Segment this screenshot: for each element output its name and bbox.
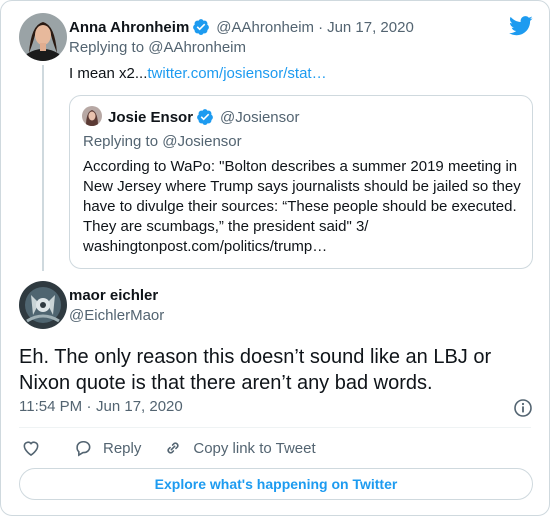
parent-tweet-body: I mean x2... [69,65,148,82]
quoted-tweet-body: According to WaPo: "Bolton describes a s… [83,158,521,235]
speech-bubble-icon [73,438,93,458]
anna-ahronheim-avatar[interactable] [19,13,67,61]
divider [19,427,531,428]
maor-eichler-avatar[interactable] [19,281,67,329]
main-tweet-time[interactable]: 11:54 PM [19,398,82,415]
quoted-tweet-text: According to WaPo: "Bolton describes a s… [83,157,523,257]
replying-prefix: Replying to [83,133,159,150]
parent-author-handle[interactable]: @AAhronheim [216,19,314,36]
quoted-tweet-link: washingtonpost.com/politics/trump… [83,238,328,255]
meta-separator: · [86,398,92,415]
replying-to-handle[interactable]: @AAhronheim [148,39,246,56]
heart-icon [21,438,41,458]
quoted-replying-to: Replying to @Josiensor [83,133,242,150]
quoted-tweet-header: Josie Ensor @Josiensor [108,106,299,128]
verified-badge-icon [192,18,210,36]
explore-label: Explore what's happening on Twitter [154,476,398,492]
main-author-handle[interactable]: @EichlerMaor [69,307,164,324]
reply-button[interactable]: Reply [73,438,141,458]
main-tweet-meta: 11:54 PM · Jun 17, 2020 [19,398,533,418]
embedded-tweet-card: Anna Ahronheim @AAhronheim · Jun 17, 202… [0,0,550,516]
quoted-author-handle[interactable]: @Josiensor [220,109,299,126]
reply-label: Reply [103,439,142,457]
parent-tweet-header: Anna Ahronheim @AAhronheim · Jun 17, 202… [69,16,509,38]
verified-badge-icon [196,108,214,126]
parent-tweet-date[interactable]: Jun 17, 2020 [327,19,414,36]
meta-separator: · [318,18,324,36]
josie-ensor-avatar[interactable] [82,106,102,126]
like-button[interactable] [21,438,41,458]
tweet-actions: Reply Copy link to Tweet [19,437,316,459]
explore-twitter-button[interactable]: Explore what's happening on Twitter [19,468,533,500]
replying-to-handle[interactable]: @Josiensor [162,133,241,150]
info-icon[interactable] [513,398,533,418]
quoted-author-name[interactable]: Josie Ensor [108,109,193,126]
copy-link-button[interactable]: Copy link to Tweet [163,438,316,458]
parent-replying-to: Replying to @AAhronheim [69,39,246,56]
main-tweet-date[interactable]: Jun 17, 2020 [96,398,183,415]
replying-prefix: Replying to [69,39,145,56]
parent-author-name[interactable]: Anna Ahronheim [69,19,189,36]
main-tweet-text: Eh. The only reason this doesn’t sound l… [19,346,492,394]
parent-tweet-link[interactable]: twitter.com/josiensor/stat… [147,65,326,82]
quoted-tweet-card[interactable]: Josie Ensor @Josiensor Replying to @Josi… [69,95,533,269]
main-author-name[interactable]: maor eichler [69,287,158,304]
twitter-bird-icon[interactable] [509,15,533,37]
thread-connector-line [42,65,44,271]
parent-tweet-text: I mean x2...twitter.com/josiensor/stat… [69,65,327,82]
link-icon [163,438,183,458]
copy-link-label: Copy link to Tweet [193,439,316,457]
